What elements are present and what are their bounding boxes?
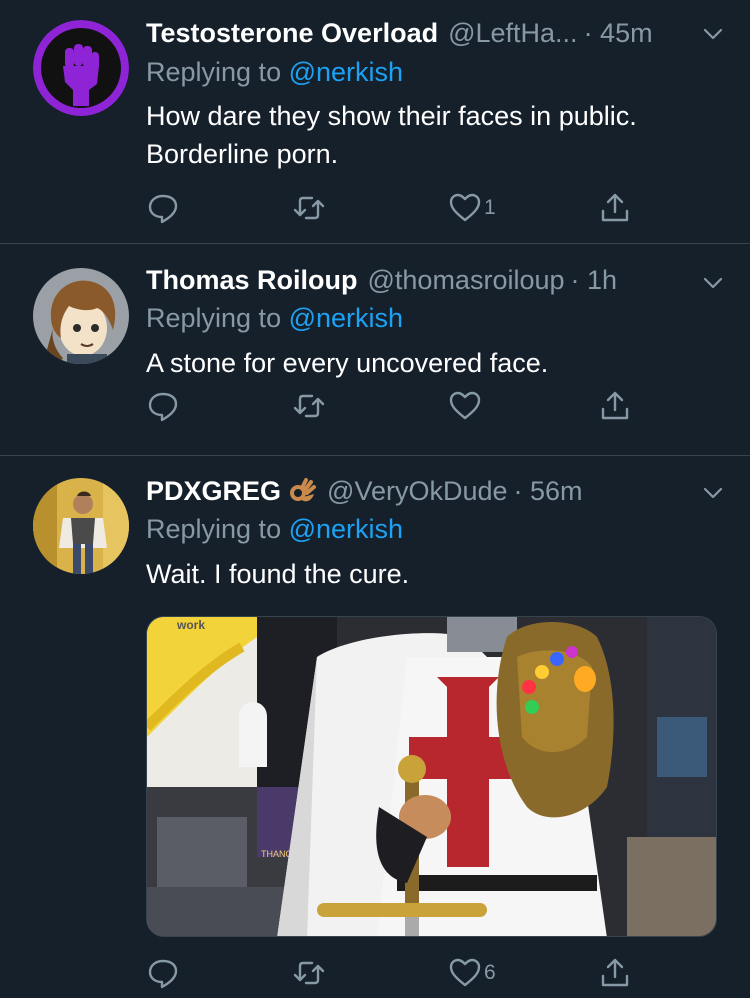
heart-icon [449, 391, 481, 420]
tweet-actions: 1 [146, 188, 646, 228]
reply-button[interactable] [146, 953, 180, 993]
ok-hand-icon [290, 478, 317, 502]
sign-text: work [176, 618, 205, 632]
mention-link[interactable]: @nerkish [289, 57, 403, 87]
tweet-actions [146, 386, 646, 426]
tweet-text: A stone for every uncovered face. [146, 348, 549, 378]
chevron-down-icon[interactable] [702, 482, 724, 504]
tweet-text: Wait. I found the cure. [146, 559, 410, 589]
cartoon-face-avatar [33, 268, 129, 364]
avatar[interactable] [33, 20, 129, 116]
avatar[interactable] [33, 268, 129, 364]
heart-icon [449, 193, 481, 222]
tweet[interactable]: Testosterone Overload @LeftHa... · 45m R… [0, 0, 750, 244]
like-count: 1 [484, 196, 496, 219]
knight-templar-costume-photo: work THANOS [147, 617, 716, 936]
reply-button[interactable] [146, 188, 180, 228]
timestamp[interactable]: · 56m [514, 476, 583, 507]
retweet-icon [293, 196, 325, 220]
timestamp[interactable]: · 1h [571, 265, 618, 296]
like-count: 6 [484, 961, 496, 984]
avatar[interactable] [33, 478, 129, 574]
like-button[interactable]: 6 [448, 953, 496, 993]
retweet-icon [293, 961, 325, 985]
share-button[interactable] [598, 953, 632, 993]
tweet[interactable]: Thomas Roiloup @thomasroiloup · 1h Reply… [0, 244, 750, 456]
user-handle[interactable]: @thomasroiloup [368, 265, 565, 296]
raised-fist-icon [33, 20, 129, 116]
replying-to: Replying to @nerkish [146, 57, 403, 88]
retweet-button[interactable] [292, 188, 326, 228]
share-icon [601, 193, 629, 222]
share-icon [601, 958, 629, 987]
chevron-down-icon[interactable] [702, 272, 724, 294]
timestamp[interactable]: · 45m [584, 18, 653, 49]
mention-link[interactable]: @nerkish [289, 514, 403, 544]
share-button[interactable] [598, 188, 632, 228]
tweet-header: Thomas Roiloup @thomasroiloup · 1h [146, 260, 730, 300]
like-button[interactable]: 1 [448, 188, 496, 228]
reply-icon [148, 194, 178, 224]
tweet-header: PDXGREG @VeryOkDude · 56m [146, 471, 730, 511]
display-name[interactable]: Thomas Roiloup [146, 265, 358, 296]
display-name[interactable]: PDXGREG [146, 476, 281, 507]
share-icon [601, 391, 629, 420]
share-button[interactable] [598, 386, 632, 426]
retweet-icon [293, 394, 325, 418]
tweet-header: Testosterone Overload @LeftHa... · 45m [146, 13, 730, 53]
reply-icon [148, 959, 178, 989]
display-name[interactable]: Testosterone Overload [146, 18, 438, 49]
person-photo-avatar [33, 478, 129, 574]
user-handle[interactable]: @LeftHa... [448, 18, 577, 49]
replying-prefix: Replying to [146, 57, 289, 87]
retweet-button[interactable] [292, 953, 326, 993]
replying-prefix: Replying to [146, 514, 289, 544]
tweet-text: How dare they show their faces in public… [146, 101, 637, 169]
replying-prefix: Replying to [146, 303, 289, 333]
heart-icon [449, 958, 481, 987]
like-button[interactable] [448, 386, 484, 426]
reply-button[interactable] [146, 386, 180, 426]
chevron-down-icon[interactable] [702, 23, 724, 45]
tweet-media-image[interactable]: work THANOS [146, 616, 717, 937]
user-handle[interactable]: @VeryOkDude [327, 476, 507, 507]
tweet[interactable]: PDXGREG @VeryOkDude · 56m Replying to @n… [0, 456, 750, 998]
replying-to: Replying to @nerkish [146, 514, 403, 545]
reply-icon [148, 392, 178, 422]
tweet-actions: 6 [146, 953, 646, 993]
retweet-button[interactable] [292, 386, 326, 426]
mention-link[interactable]: @nerkish [289, 303, 403, 333]
replying-to: Replying to @nerkish [146, 303, 403, 334]
